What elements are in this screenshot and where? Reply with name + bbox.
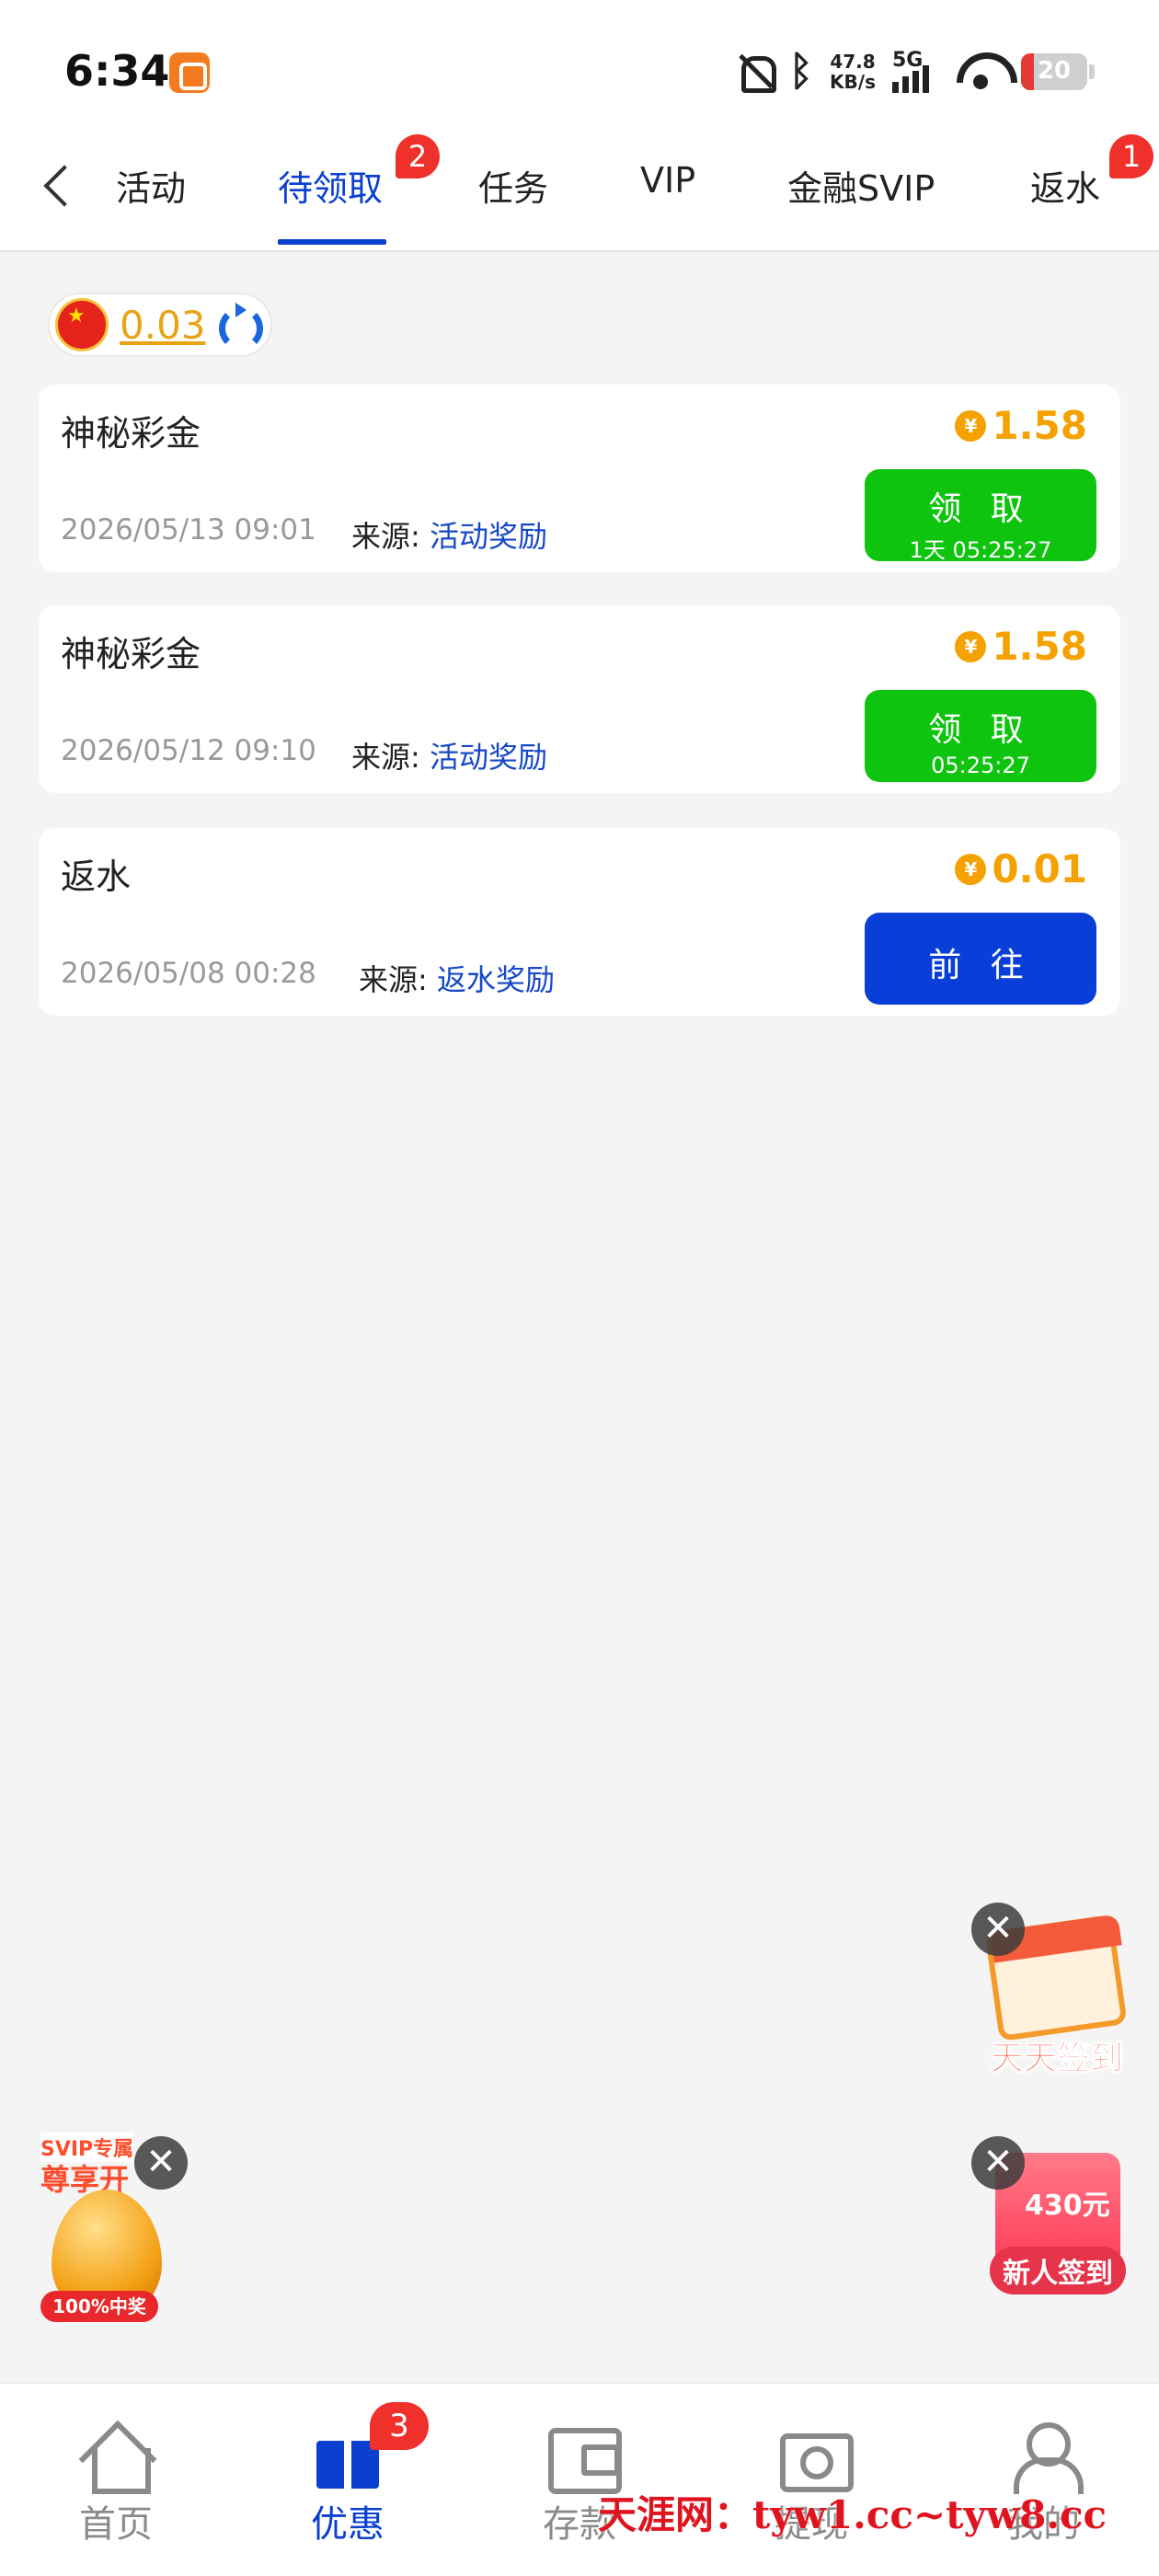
tab-rebate-badge: 1: [1109, 134, 1153, 178]
balance-amount[interactable]: 0.03: [120, 303, 206, 348]
battery-icon: 20: [1021, 53, 1087, 90]
reward-source-value: 活动奖励: [429, 519, 547, 554]
china-flag-icon: [55, 298, 109, 351]
nav-promotions[interactable]: 优惠 3: [232, 2384, 464, 2568]
reward-amount-value: 1.58: [992, 403, 1087, 448]
status-bar: 6:34 ᛒ 47.8 KB/s 5G 20: [0, 0, 1159, 129]
reward-card: 神秘彩金 ¥ 1.58 2026/05/12 09:10 来源: 活动奖励 领 …: [39, 605, 1120, 793]
reward-title: 神秘彩金: [61, 413, 201, 454]
tab-pending[interactable]: 待领取: [278, 160, 383, 211]
claim-countdown: 1天 05:25:27: [909, 537, 1052, 563]
close-svip-egg-icon[interactable]: ✕: [134, 2136, 188, 2190]
tab-finance-svip[interactable]: 金融SVIP: [787, 160, 935, 211]
reward-source-label: 来源:: [359, 962, 428, 997]
nav-promotions-badge: 3: [370, 2402, 429, 2450]
nav-promotions-label: 优惠: [311, 2503, 384, 2546]
reward-source-label: 来源:: [351, 519, 420, 554]
status-time: 6:34: [64, 46, 170, 96]
reward-amount: ¥ 1.58: [955, 624, 1087, 669]
tab-rebate[interactable]: 返水: [1030, 160, 1100, 211]
status-icons: ᛒ 47.8 KB/s 5G 20: [736, 46, 1095, 98]
reward-amount-value: 0.01: [992, 846, 1087, 891]
bottom-navigation: 首页 优惠 3 存款 提现 我的: [0, 2383, 1159, 2576]
reward-card: 返水 ¥ 0.01 2026/05/08 00:28 来源: 返水奖励 前 往: [39, 828, 1120, 1016]
daily-checkin-label: 天天签到: [990, 2040, 1123, 2078]
battery-level-text: 20: [1037, 57, 1072, 85]
close-new-user-checkin-icon[interactable]: ✕: [971, 2136, 1025, 2190]
tab-pending-badge: 2: [396, 134, 440, 178]
svip-band: 100%中奖: [40, 2291, 158, 2322]
tab-activity[interactable]: 活动: [116, 160, 186, 211]
reward-source-label: 来源:: [351, 740, 420, 775]
home-icon: [81, 2421, 151, 2494]
reward-amount: ¥ 1.58: [955, 403, 1087, 448]
reward-date: 2026/05/12 09:10: [61, 734, 316, 767]
tab-tasks[interactable]: 任务: [478, 160, 548, 211]
net-speed-value: 47.8: [830, 51, 876, 73]
claim-button[interactable]: 领 取 05:25:27: [865, 690, 1096, 782]
new-user-amount: 430元: [1025, 2190, 1110, 2222]
reward-amount: ¥ 0.01: [955, 846, 1087, 891]
signal-icon: 5G: [892, 49, 940, 93]
watermark-text: 天涯网：tyw1.cc~tyw8.cc: [598, 2492, 1107, 2537]
close-daily-checkin-icon[interactable]: ✕: [971, 1903, 1025, 1956]
nav-home-label: 首页: [79, 2503, 153, 2546]
claim-button-label: 领 取: [928, 711, 1033, 749]
user-icon: [1008, 2421, 1084, 2494]
reward-date: 2026/05/08 00:28: [61, 957, 316, 990]
reward-source-value: 活动奖励: [429, 740, 547, 775]
reward-source: 来源: 返水奖励: [359, 957, 555, 999]
back-arrow-icon[interactable]: [39, 160, 75, 215]
reward-source-value: 返水奖励: [436, 962, 555, 997]
cash-icon: [776, 2421, 854, 2492]
net-speed: 47.8 KB/s: [830, 52, 876, 92]
net-speed-unit: KB/s: [830, 71, 876, 93]
mute-bell-icon: [736, 52, 776, 93]
claim-button-label: 领 取: [928, 490, 1033, 528]
go-button[interactable]: 前 往: [865, 913, 1096, 1005]
refresh-icon[interactable]: [215, 303, 263, 351]
balance-pill: 0.03: [48, 293, 272, 357]
reward-date: 2026/05/13 09:01: [61, 513, 316, 546]
reward-card: 神秘彩金 ¥ 1.58 2026/05/13 09:01 来源: 活动奖励 领 …: [39, 385, 1120, 572]
claim-button[interactable]: 领 取 1天 05:25:27: [865, 469, 1096, 563]
coin-icon: ¥: [955, 853, 987, 885]
reward-source: 来源: 活动奖励: [351, 513, 547, 556]
claim-countdown: 05:25:27: [931, 753, 1030, 778]
new-user-checkin-label: 新人签到: [990, 2247, 1126, 2294]
coin-icon: ¥: [955, 630, 987, 662]
tab-vip[interactable]: VIP: [640, 160, 695, 201]
category-tab-bar: 活动 待领取 2 任务 VIP 金融SVIP 返水 1: [0, 129, 1159, 252]
coin-icon: ¥: [955, 409, 987, 442]
nav-deposit[interactable]: 存款: [464, 2384, 695, 2568]
nav-profile[interactable]: 我的: [927, 2384, 1159, 2568]
go-button-label: 前 往: [928, 947, 1033, 984]
bluetooth-icon: ᛒ: [788, 48, 814, 95]
wallet-icon: [545, 2421, 622, 2494]
reward-source: 来源: 活动奖励: [351, 734, 547, 776]
nav-home[interactable]: 首页: [0, 2384, 232, 2568]
wifi-icon: [957, 52, 1004, 91]
reward-title: 神秘彩金: [61, 634, 201, 674]
nav-withdraw[interactable]: 提现: [695, 2384, 927, 2568]
active-tab-indicator: [278, 239, 386, 245]
reward-amount-value: 1.58: [992, 624, 1087, 669]
reward-title: 返水: [61, 857, 132, 897]
app-notification-icon: [169, 52, 210, 93]
